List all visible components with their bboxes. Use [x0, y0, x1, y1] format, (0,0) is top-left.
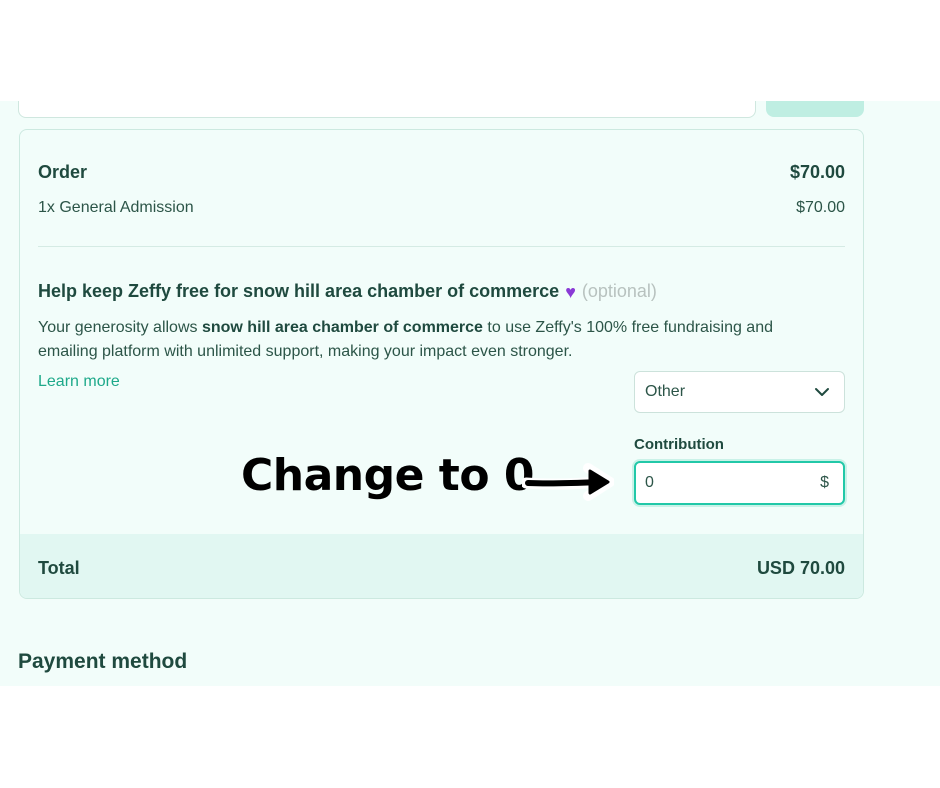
- contribution-label: Contribution: [634, 436, 724, 453]
- tip-heading-text: Help keep Zeffy free for snow hill area …: [38, 281, 560, 301]
- line-item-amount: $70.00: [796, 199, 845, 216]
- chevron-down-icon: [815, 388, 829, 396]
- tip-amount-selected: Other: [645, 383, 686, 400]
- order-summary-card: Order $70.00 1x General Admission $70.00…: [19, 129, 864, 599]
- purple-heart-icon: ♥: [565, 282, 576, 302]
- total-row: Total USD 70.00: [20, 534, 863, 598]
- learn-more-link[interactable]: Learn more: [38, 373, 120, 391]
- tip-amount-select[interactable]: Other: [634, 371, 845, 413]
- line-item-label: 1x General Admission: [38, 199, 194, 216]
- tip-heading: Help keep Zeffy free for snow hill area …: [38, 281, 657, 303]
- optional-label: (optional): [581, 281, 657, 301]
- top-crop-area: [0, 0, 940, 101]
- total-label: Total: [38, 558, 80, 578]
- tip-description-start: Your generosity allows: [38, 319, 202, 336]
- divider: [38, 246, 845, 247]
- currency-symbol: $: [820, 474, 829, 491]
- contribution-value: 0: [645, 474, 654, 491]
- total-amount: USD 70.00: [756, 558, 845, 578]
- tip-description: Your generosity allows snow hill area ch…: [38, 316, 828, 364]
- order-amount: $70.00: [789, 162, 845, 182]
- organization-name: snow hill area chamber of commerce: [201, 319, 483, 336]
- contribution-input[interactable]: 0 $: [634, 461, 845, 505]
- annotation-text: Change to 0: [241, 450, 534, 501]
- order-title: Order: [38, 162, 88, 182]
- payment-method-heading: Payment method: [18, 650, 188, 673]
- arrow-right-icon: [522, 463, 614, 501]
